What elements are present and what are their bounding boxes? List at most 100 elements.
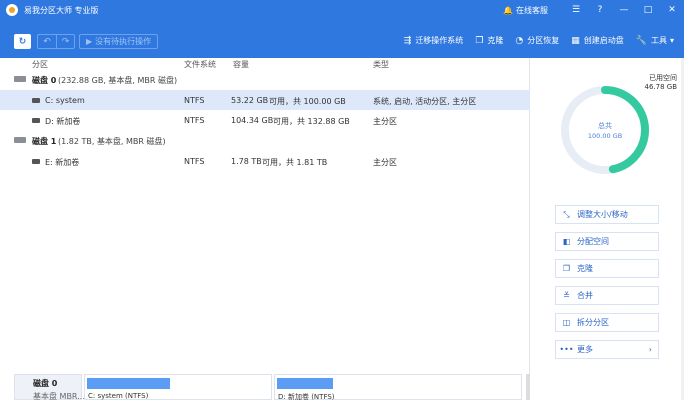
toolbar-item-clone[interactable]: ❐ 克隆 bbox=[475, 35, 503, 46]
toolbar-item-label: 迁移操作系统 bbox=[415, 36, 464, 45]
redo-button[interactable]: ↷ bbox=[56, 34, 75, 49]
undo-button[interactable]: ↶ bbox=[37, 34, 56, 49]
disk-row[interactable]: 磁盘 1 (1.82 TB, 基本盘, MBR 磁盘) bbox=[0, 130, 530, 150]
usage-donut-svg: 总共 100.00 GB bbox=[561, 86, 649, 174]
split-partition-button[interactable]: ◫ 拆分分区 bbox=[555, 313, 659, 332]
action-label: 拆分分区 bbox=[577, 318, 609, 327]
partition-type: 主分区 bbox=[373, 158, 397, 167]
partition-capacity: 可用，共 1.81 TB bbox=[262, 158, 328, 167]
partition-used: 104.34 GB bbox=[231, 116, 274, 125]
total-label: 总共 bbox=[598, 121, 612, 130]
tools-icon: 🔧 bbox=[635, 35, 647, 46]
toolbar-item-tools[interactable]: 🔧 工具 ▾ bbox=[636, 35, 674, 46]
pending-label: 没有待执行操作 bbox=[95, 37, 152, 46]
disk-map-label[interactable]: 磁盘 0 基本盘 MBR... bbox=[14, 374, 85, 400]
chevron-down-icon: ▾ bbox=[669, 36, 674, 45]
online-support-label: 在线客服 bbox=[516, 5, 548, 15]
refresh-icon: ↻ bbox=[18, 36, 27, 47]
toolbar-item-label: 工具 bbox=[650, 36, 667, 45]
partition-row-c[interactable]: C: system NTFS 53.22 GB 可用，共 100.00 GB 系… bbox=[0, 90, 530, 110]
minimize-button[interactable]: — bbox=[612, 0, 636, 20]
clone-icon: ❐ bbox=[475, 35, 484, 46]
split-partition-icon: ◫ bbox=[562, 318, 571, 327]
close-button[interactable]: ✕ bbox=[660, 0, 684, 20]
scrollbar[interactable] bbox=[526, 374, 530, 400]
allocate-space-icon: ◧ bbox=[562, 237, 571, 246]
action-label: 分配空间 bbox=[577, 237, 609, 246]
partition-type: 系统, 启动, 活动分区, 主分区 bbox=[373, 97, 477, 106]
usage-donut: 总共 100.00 GB bbox=[555, 80, 655, 180]
disk-map-partition[interactable]: D: 新加卷 (NTFS) bbox=[274, 374, 522, 400]
partition-icon bbox=[32, 98, 40, 103]
partition-recovery-icon: ◔ bbox=[515, 35, 524, 46]
resize-move-button[interactable]: ⤡ 调整大小/移动 bbox=[555, 205, 659, 224]
execute-pending-button[interactable]: ▶ 没有待执行操作 bbox=[79, 34, 159, 49]
bell-icon: 🔔 bbox=[503, 5, 513, 15]
more-icon: ••• bbox=[559, 345, 574, 354]
toolbar: ↻ ↶ ↷ ▶ 没有待执行操作 ⇶ 迁移操作系统 ❐ 克隆 ◔ 分区恢复 ▦ 创建启动盘 🔧 工具… bbox=[0, 20, 684, 58]
partition-list: 分区 文件系统 容量 类型 磁盘 0 (232.88 GB, 基本盘, MBR … bbox=[0, 58, 530, 400]
undo-icon: ↶ bbox=[43, 36, 51, 47]
partition-row-d[interactable]: D: 新加卷 NTFS 104.34 GB 可用，共 132.88 GB 主分区 bbox=[0, 110, 530, 130]
partition-row-e[interactable]: E: 新加卷 NTFS 1.78 TB 可用，共 1.81 TB 主分区 bbox=[0, 151, 530, 171]
toolbar-item-migrate-os[interactable]: ⇶ 迁移操作系统 bbox=[404, 35, 464, 46]
more-button[interactable]: ••• 更多 › bbox=[555, 340, 659, 359]
partition-name: E: 新加卷 bbox=[45, 158, 80, 167]
title-bar: 易我分区大师 专业版 🔔 在线客服 ☰ ? — □ ✕ bbox=[0, 0, 684, 20]
app-logo-icon bbox=[6, 4, 18, 16]
menu-icon[interactable]: ☰ bbox=[564, 0, 588, 20]
partition-used: 53.22 GB bbox=[231, 96, 269, 105]
action-label: 调整大小/移动 bbox=[577, 210, 628, 219]
usage-bar bbox=[87, 378, 170, 389]
app-title: 易我分区大师 专业版 bbox=[24, 5, 99, 15]
resize-move-icon: ⤡ bbox=[563, 209, 570, 219]
merge-button[interactable]: ≚ 合并 bbox=[555, 286, 659, 305]
disk-map-partition-name: C: system (NTFS) bbox=[88, 392, 149, 400]
create-bootable-icon: ▦ bbox=[571, 35, 580, 46]
maximize-button[interactable]: □ bbox=[636, 0, 660, 20]
chevron-right-icon: › bbox=[648, 345, 652, 354]
action-label: 更多 bbox=[577, 345, 593, 354]
partition-name: C: system bbox=[45, 96, 85, 105]
toolbar-item-create-bootable[interactable]: ▦ 创建启动盘 bbox=[571, 35, 624, 46]
partition-fs: NTFS bbox=[184, 116, 205, 125]
play-icon: ▶ bbox=[86, 37, 93, 46]
disk-map-partition[interactable]: C: system (NTFS) bbox=[84, 374, 272, 400]
disk-info: (1.82 TB, 基本盘, MBR 磁盘) bbox=[58, 137, 166, 146]
online-support-link[interactable]: 🔔 在线客服 bbox=[503, 5, 548, 16]
partition-capacity: 可用，共 132.88 GB bbox=[273, 117, 350, 126]
action-label: 合并 bbox=[577, 291, 593, 300]
partition-icon bbox=[32, 159, 40, 164]
disk-map-sub: 基本盘 MBR... bbox=[33, 392, 85, 400]
partition-used: 1.78 TB bbox=[231, 157, 262, 166]
disk-name: 磁盘 0 bbox=[32, 76, 57, 85]
toolbar-item-label: 创建启动盘 bbox=[583, 36, 624, 45]
merge-icon: ≚ bbox=[563, 291, 570, 300]
clone-icon: ❐ bbox=[562, 264, 571, 273]
disk-icon bbox=[14, 137, 26, 143]
partition-capacity: 可用，共 100.00 GB bbox=[269, 97, 346, 106]
side-panel: 已用空间 46.78 GB 总共 100.00 GB ⤡ 调整大小/移动 ◧ 分配空间… bbox=[531, 58, 684, 400]
toolbar-item-partition-recovery[interactable]: ◔ 分区恢复 bbox=[515, 35, 559, 46]
toolbar-item-label: 分区恢复 bbox=[527, 36, 560, 45]
total-value: 100.00 GB bbox=[588, 132, 622, 140]
toolbar-item-label: 克隆 bbox=[487, 36, 504, 45]
migrate-os-icon: ⇶ bbox=[403, 35, 412, 46]
usage-bar bbox=[277, 378, 333, 389]
partition-type: 主分区 bbox=[373, 117, 397, 126]
disk-info: (232.88 GB, 基本盘, MBR 磁盘) bbox=[58, 76, 178, 85]
disk-map-partition-name: D: 新加卷 (NTFS) bbox=[278, 393, 335, 400]
partition-fs: NTFS bbox=[184, 96, 205, 105]
clone-button[interactable]: ❐ 克隆 bbox=[555, 259, 659, 278]
disk-map-name: 磁盘 0 bbox=[33, 379, 58, 388]
partition-fs: NTFS bbox=[184, 157, 205, 166]
action-label: 克隆 bbox=[577, 264, 593, 273]
disk-icon bbox=[14, 76, 26, 82]
disk-row[interactable]: 磁盘 0 (232.88 GB, 基本盘, MBR 磁盘) bbox=[0, 69, 530, 89]
refresh-button[interactable]: ↻ bbox=[14, 34, 31, 49]
redo-icon: ↷ bbox=[61, 36, 70, 47]
disk-name: 磁盘 1 bbox=[32, 137, 57, 146]
partition-name: D: 新加卷 bbox=[45, 117, 81, 126]
allocate-space-button[interactable]: ◧ 分配空间 bbox=[555, 232, 659, 251]
help-button[interactable]: ? bbox=[588, 0, 612, 20]
